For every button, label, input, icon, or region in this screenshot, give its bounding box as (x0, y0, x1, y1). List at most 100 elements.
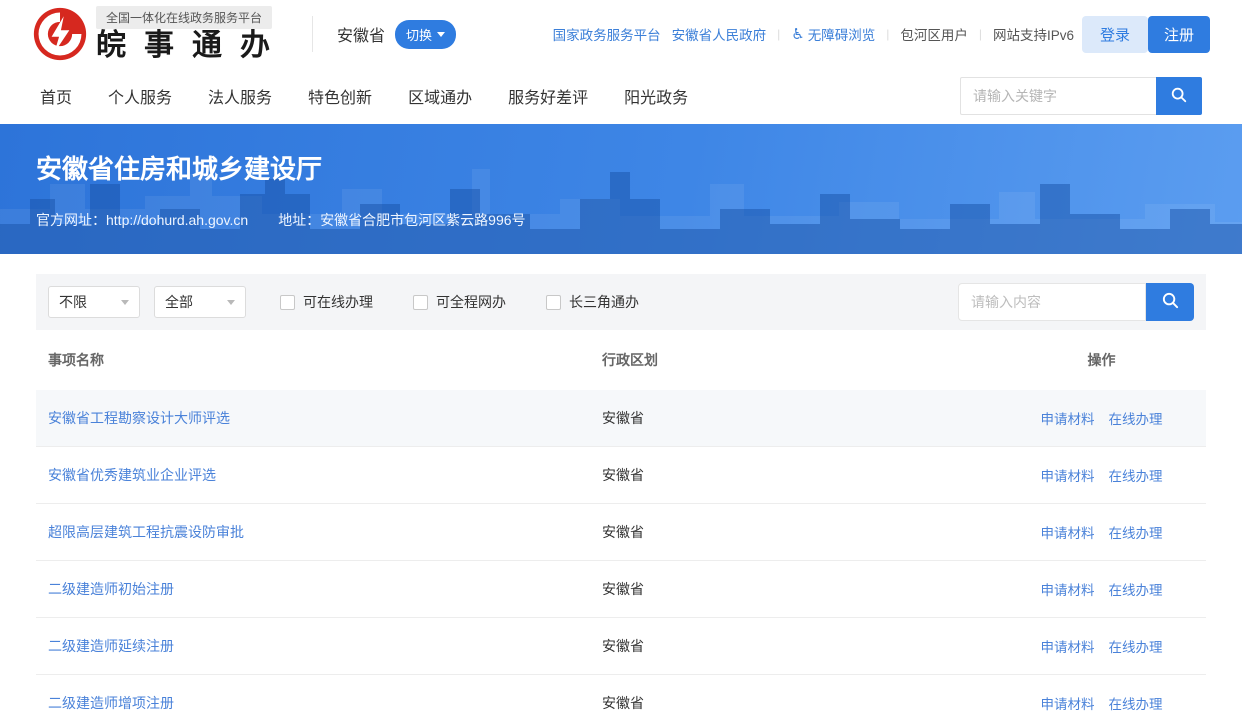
table-row[interactable]: 二级建造师增项注册 安徽省 申请材料 在线办理 (36, 675, 1206, 727)
checkbox-label: 可全程网办 (436, 292, 506, 312)
main-nav: 首页 个人服务 法人服务 特色创新 区域通办 服务好差评 阳光政务 (0, 68, 1242, 124)
checkbox-box[interactable] (546, 295, 561, 310)
table-body: 安徽省工程勘察设计大师评选 安徽省 申请材料 在线办理 安徽省优秀建筑业企业评选… (36, 390, 1206, 727)
apply-materials-link[interactable]: 申请材料 (1041, 465, 1095, 485)
login-button[interactable]: 登录 (1082, 16, 1148, 53)
brand: 全国一体化在线政务服务平台 皖事通办 (32, 6, 288, 62)
region-switch: 安徽省 切换 (337, 20, 456, 49)
separator: | (777, 27, 780, 41)
table-row[interactable]: 安徽省优秀建筑业企业评选 安徽省 申请材料 在线办理 (36, 447, 1206, 504)
filter-checkboxes: 可在线办理 可全程网办 长三角通办 (280, 292, 639, 312)
checkbox-label: 可在线办理 (303, 292, 373, 312)
keyword-search-button[interactable] (1156, 77, 1202, 115)
platform-badge: 全国一体化在线政务服务平台 (96, 6, 272, 29)
department-banner: 安徽省住房和城乡建设厅 官方网址：http://dohurd.ah.gov.cn… (0, 124, 1242, 254)
online-handle-link[interactable]: 在线办理 (1109, 579, 1163, 599)
filter-search (958, 283, 1194, 321)
separator: | (886, 27, 889, 41)
item-region: 安徽省 (602, 693, 1009, 713)
nav-item[interactable]: 法人服务 (208, 84, 272, 108)
search-icon (1161, 291, 1180, 313)
apply-materials-link[interactable]: 申请材料 (1041, 579, 1095, 599)
official-website: 官方网址：http://dohurd.ah.gov.cn (36, 210, 248, 230)
checkbox-label: 长三角通办 (569, 292, 639, 312)
chevron-down-icon (227, 300, 235, 305)
header-link[interactable]: 安徽省人民政府 (672, 24, 767, 44)
header-link-label: 网站支持IPv6 (993, 24, 1074, 44)
chevron-down-icon (121, 300, 129, 305)
filter-checkbox[interactable]: 长三角通办 (546, 292, 639, 312)
nav-item[interactable]: 区域通办 (408, 84, 472, 108)
online-handle-link[interactable]: 在线办理 (1109, 636, 1163, 656)
filter-select-all[interactable]: 全部 (154, 286, 246, 318)
nav-item[interactable]: 阳光政务 (624, 84, 688, 108)
nav-item[interactable]: 个人服务 (108, 84, 172, 108)
filter-checkbox[interactable]: 可全程网办 (413, 292, 506, 312)
select-value: 全部 (165, 292, 193, 312)
separator: | (979, 27, 982, 41)
chevron-down-icon (437, 32, 445, 37)
apply-materials-link[interactable]: 申请材料 (1041, 522, 1095, 542)
department-address: 地址：安徽省合肥市包河区紫云路996号 (278, 210, 525, 230)
site-name: 皖事通办 (96, 30, 288, 62)
item-name-link[interactable]: 二级建造师延续注册 (48, 638, 174, 654)
top-header: 全国一体化在线政务服务平台 皖事通办 安徽省 切换 国家政务服务平台安徽省人民政… (0, 0, 1242, 68)
region-label: 安徽省 (337, 22, 385, 46)
header-link[interactable]: 国家政务服务平台 (553, 24, 661, 44)
vertical-divider (312, 16, 313, 52)
table-row[interactable]: 二级建造师初始注册 安徽省 申请材料 在线办理 (36, 561, 1206, 618)
region-switch-button[interactable]: 切换 (395, 20, 456, 49)
select-value: 不限 (59, 292, 87, 312)
page: 全国一体化在线政务服务平台 皖事通办 安徽省 切换 国家政务服务平台安徽省人民政… (0, 0, 1242, 727)
brand-text: 全国一体化在线政务服务平台 皖事通办 (96, 6, 288, 62)
item-name-link[interactable]: 二级建造师增项注册 (48, 695, 174, 711)
item-region: 安徽省 (602, 408, 1009, 428)
content-search-button[interactable] (1146, 283, 1194, 321)
main-content: 不限 全部 可在线办理 可全程网办 长三角通办 事项名称 行政区划 (0, 254, 1242, 727)
item-region: 安徽省 (602, 636, 1009, 656)
item-name-link[interactable]: 超限高层建筑工程抗震设防审批 (48, 524, 244, 540)
nav-item[interactable]: 服务好差评 (508, 84, 588, 108)
table-row[interactable]: 超限高层建筑工程抗震设防审批 安徽省 申请材料 在线办理 (36, 504, 1206, 561)
banner-info: 官方网址：http://dohurd.ah.gov.cn 地址：安徽省合肥市包河… (36, 210, 1206, 230)
content-search-input[interactable] (958, 283, 1146, 321)
column-header-actions: 操作 (1009, 350, 1194, 370)
item-name-link[interactable]: 二级建造师初始注册 (48, 581, 174, 597)
header-link[interactable]: 网站支持IPv6 (993, 24, 1074, 44)
online-handle-link[interactable]: 在线办理 (1109, 408, 1163, 428)
keyword-search-input[interactable] (960, 77, 1156, 115)
item-region: 安徽省 (602, 579, 1009, 599)
online-handle-link[interactable]: 在线办理 (1109, 522, 1163, 542)
header-link-label: 安徽省人民政府 (672, 24, 767, 44)
column-header-name: 事项名称 (48, 350, 602, 370)
services-table: 事项名称 行政区划 操作 安徽省工程勘察设计大师评选 安徽省 申请材料 在线办理… (36, 330, 1206, 727)
filter-checkbox[interactable]: 可在线办理 (280, 292, 373, 312)
item-region: 安徽省 (602, 522, 1009, 542)
header-links: 国家政务服务平台安徽省人民政府 | ♿无障碍浏览 | 包河区用户 | 网站支持IPv6 (553, 24, 1074, 44)
search-icon (1170, 86, 1188, 107)
nav-items: 首页 个人服务 法人服务 特色创新 区域通办 服务好差评 阳光政务 (40, 84, 688, 108)
table-row[interactable]: 二级建造师延续注册 安徽省 申请材料 在线办理 (36, 618, 1206, 675)
nav-item[interactable]: 首页 (40, 84, 72, 108)
header-link[interactable]: ♿无障碍浏览 (791, 24, 875, 44)
apply-materials-link[interactable]: 申请材料 (1041, 408, 1095, 428)
header-link-label: 包河区用户 (900, 24, 968, 44)
filter-bar: 不限 全部 可在线办理 可全程网办 长三角通办 (36, 274, 1206, 330)
apply-materials-link[interactable]: 申请材料 (1041, 636, 1095, 656)
apply-materials-link[interactable]: 申请材料 (1041, 693, 1095, 713)
column-header-region: 行政区划 (602, 350, 1009, 370)
register-button[interactable]: 注册 (1148, 16, 1210, 53)
table-row[interactable]: 安徽省工程勘察设计大师评选 安徽省 申请材料 在线办理 (36, 390, 1206, 447)
nav-item[interactable]: 特色创新 (308, 84, 372, 108)
checkbox-box[interactable] (413, 295, 428, 310)
online-handle-link[interactable]: 在线办理 (1109, 465, 1163, 485)
filter-select-unlimited[interactable]: 不限 (48, 286, 140, 318)
header-link[interactable]: 包河区用户 (900, 24, 968, 44)
checkbox-box[interactable] (280, 295, 295, 310)
page-title: 安徽省住房和城乡建设厅 (36, 124, 1206, 186)
switch-label: 切换 (406, 25, 432, 44)
item-name-link[interactable]: 安徽省优秀建筑业企业评选 (48, 467, 216, 483)
item-region: 安徽省 (602, 465, 1009, 485)
item-name-link[interactable]: 安徽省工程勘察设计大师评选 (48, 410, 230, 426)
online-handle-link[interactable]: 在线办理 (1109, 693, 1163, 713)
